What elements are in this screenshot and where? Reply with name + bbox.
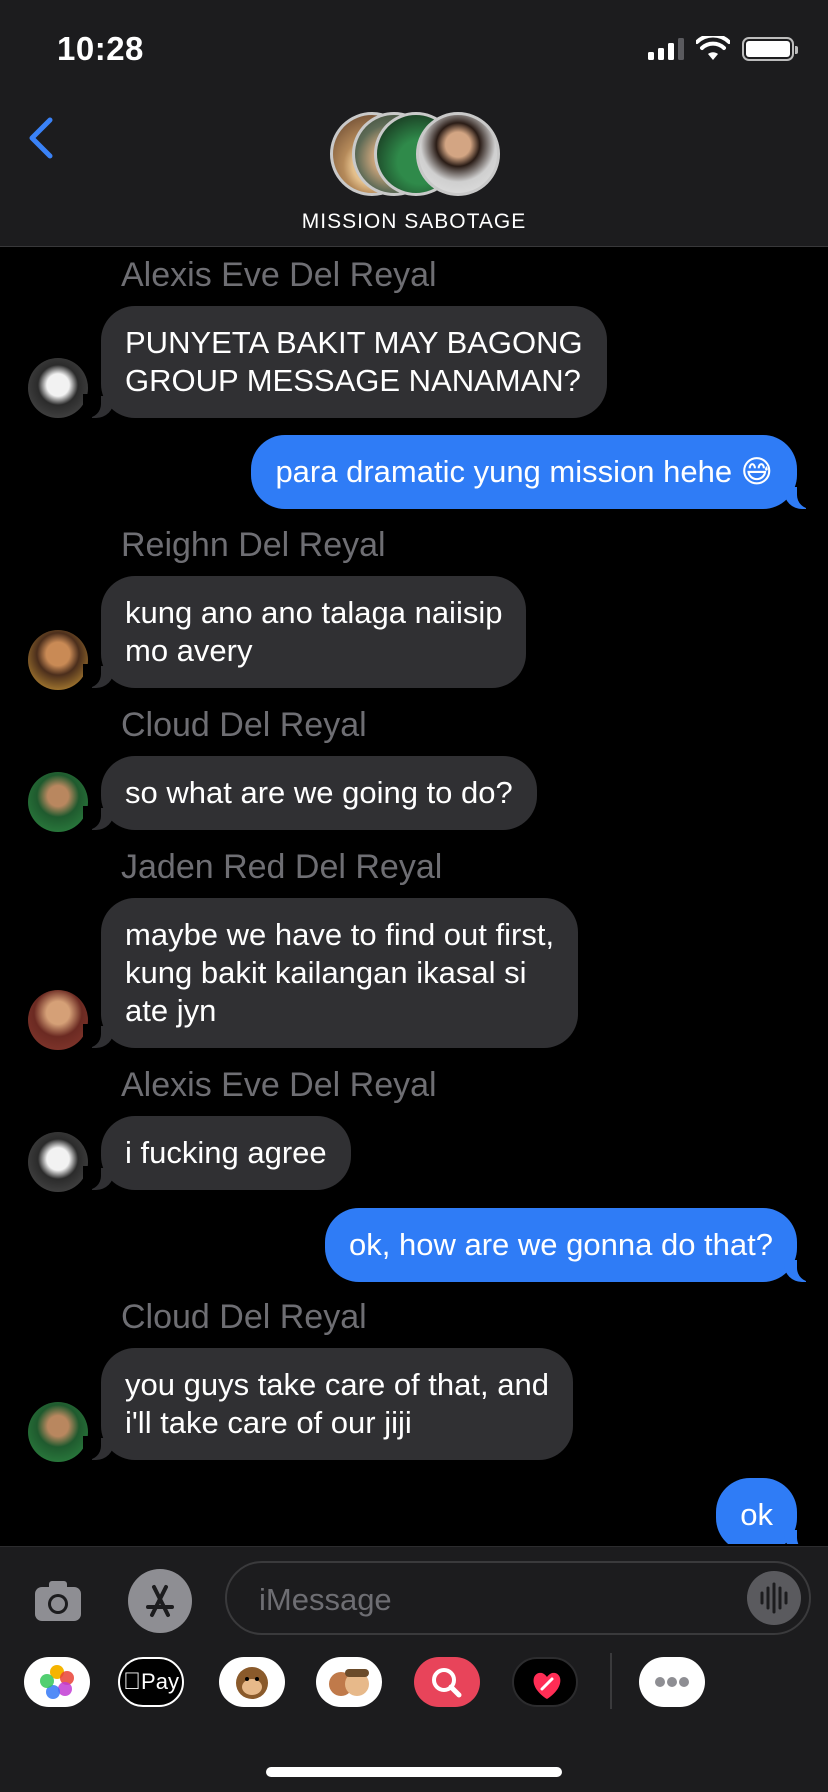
home-indicator[interactable] (266, 1767, 562, 1777)
incoming-message[interactable]: PUNYETA BAKIT MAY BAGONG GROUP MESSAGE N… (83, 306, 607, 418)
more-apps-icon[interactable] (639, 1657, 705, 1707)
cellular-signal-icon (648, 38, 684, 60)
sender-name: Cloud Del Reyal (121, 1298, 367, 1336)
wifi-icon (696, 36, 730, 60)
app-drawer: Pay (0, 1653, 828, 1729)
avatar[interactable] (28, 358, 88, 418)
audio-waveform-icon[interactable] (747, 1571, 801, 1625)
sender-name: Cloud Del Reyal (121, 706, 367, 744)
group-avatars[interactable] (330, 112, 500, 198)
sender-name: Jaden Red Del Reyal (121, 848, 443, 886)
incoming-message[interactable]: maybe we have to find out first, kung ba… (82, 898, 579, 1048)
incoming-message[interactable]: so what are we going to do? (83, 756, 537, 830)
incoming-message[interactable]: kung ano ano talaga naiisip mo avery (82, 576, 527, 688)
sender-name: Alexis Eve Del Reyal (121, 256, 437, 294)
message-input[interactable]: iMessage (225, 1561, 811, 1635)
avatar[interactable] (28, 1402, 88, 1462)
composer-bar: iMessage Pay (0, 1546, 828, 1792)
image-search-icon[interactable] (414, 1657, 480, 1707)
photos-app-icon[interactable] (24, 1657, 90, 1707)
apple-pay-icon[interactable]: Pay (118, 1657, 184, 1707)
navigation-header: 10:28 MISSION SABOTAGE (0, 0, 828, 247)
outgoing-message[interactable]: ok, how are we gonna do that? (325, 1208, 815, 1282)
incoming-message[interactable]: i fucking agree (83, 1116, 351, 1190)
battery-icon (742, 37, 798, 61)
animoji-monkey-icon[interactable] (219, 1657, 285, 1707)
avatar[interactable] (28, 990, 88, 1050)
apple-pay-label: Pay (132, 1669, 179, 1694)
drawer-divider (610, 1653, 612, 1709)
outgoing-message[interactable]: ok (716, 1478, 815, 1544)
chevron-left-icon[interactable] (26, 116, 56, 160)
avatar[interactable] (28, 1132, 88, 1192)
message-thread[interactable]: Alexis Eve Del Reyal PUNYETA BAKIT MAY B… (0, 248, 828, 1544)
sender-name: Reighn Del Reyal (121, 526, 386, 564)
status-icons (648, 36, 798, 62)
avatar[interactable] (28, 772, 88, 832)
memoji-icon[interactable] (316, 1657, 382, 1707)
group-avatar-4 (416, 112, 500, 196)
avatar[interactable] (28, 630, 88, 690)
status-time: 10:28 (57, 30, 144, 67)
sender-name: Alexis Eve Del Reyal (121, 1066, 437, 1104)
chat-title[interactable]: MISSION SABOTAGE (0, 210, 828, 234)
app-store-icon[interactable] (128, 1569, 192, 1633)
outgoing-message[interactable]: para dramatic yung mission hehe 😅 (251, 435, 815, 509)
incoming-message[interactable]: you guys take care of that, and i'll tak… (83, 1348, 573, 1460)
message-input-placeholder: iMessage (259, 1582, 392, 1617)
digital-touch-icon[interactable] (512, 1657, 578, 1707)
camera-icon[interactable] (32, 1575, 84, 1627)
